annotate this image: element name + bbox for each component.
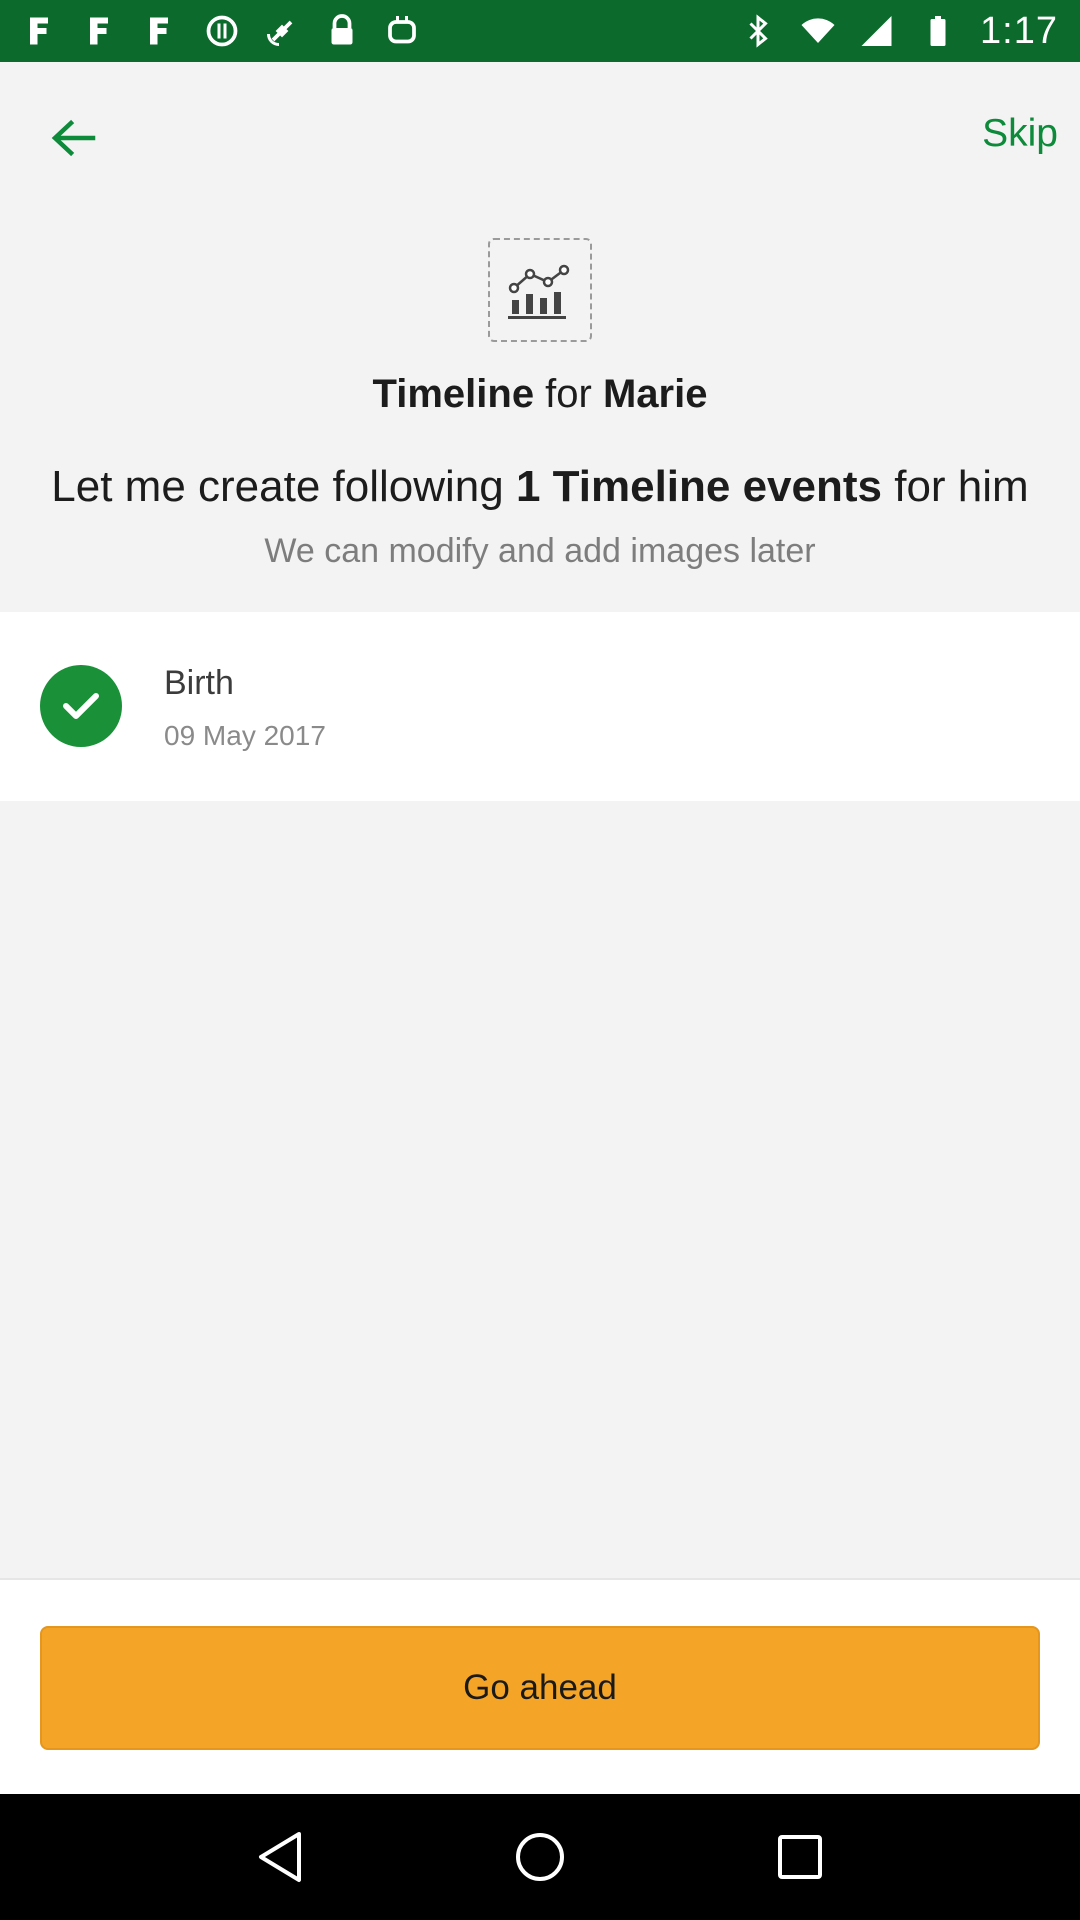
timeline-title-name: Marie [602,372,708,416]
status-bar-right: 1:17 [740,10,1058,53]
event-title: Birth [164,664,234,696]
headline-count: 1 Timeline events [515,462,882,511]
notification-f-icon [84,13,120,49]
check-icon [63,693,99,719]
battery-icon [920,13,956,49]
status-bar-left [24,13,420,49]
nav-home-icon [516,1833,564,1881]
android-icon [384,13,420,49]
back-button[interactable] [38,108,108,168]
timeline-title-middle: for [534,372,603,416]
status-bar: 1:17 [0,0,1080,62]
headline: Let me create following 1 Timeline event… [0,462,1080,512]
timeline-title: Timeline for Marie [0,372,1080,417]
timeline-chart-icon-box [488,238,592,342]
notification-f-icon [144,13,180,49]
notification-f-icon [24,13,60,49]
signal-icon [860,13,896,49]
headline-pre: Let me create following [51,462,516,511]
bottom-action-area: Go ahead [0,1578,1080,1794]
navigation-bar [0,1794,1080,1920]
nav-home-button[interactable] [505,1822,575,1892]
nav-back-icon [259,1832,301,1882]
nav-recents-icon [778,1835,822,1879]
lock-icon [324,13,360,49]
event-date: 09 May 2017 [164,720,326,751]
nav-recents-button[interactable] [765,1822,835,1892]
event-checkbox[interactable] [40,665,122,747]
timeline-title-prefix: Timeline [372,372,535,416]
nav-back-button[interactable] [245,1822,315,1892]
subline: We can modify and add images later [264,532,816,570]
data-saver-icon [204,13,240,49]
bluetooth-icon [740,13,776,49]
skip-button[interactable]: Skip [982,112,1058,156]
wifi-icon [800,13,836,49]
chart-icon [508,264,570,319]
go-ahead-button[interactable]: Go ahead [40,1626,1040,1750]
status-time: 1:17 [980,9,1058,52]
arrow-left-icon [51,119,96,157]
app-bar: Skip [0,62,1080,212]
event-card[interactable]: Birth 09 May 2017 [0,612,1080,801]
headline-post: for him [882,462,1029,511]
fake-gps-icon [264,13,300,49]
